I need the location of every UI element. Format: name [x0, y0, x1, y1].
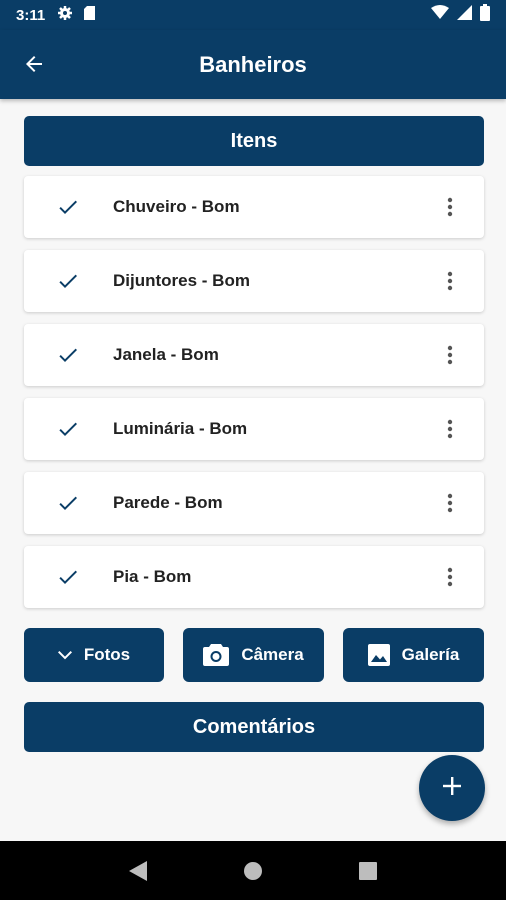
- settings-icon: [57, 5, 73, 26]
- status-bar: 3:11: [0, 0, 506, 30]
- recents-square-icon[interactable]: [348, 851, 388, 891]
- more-vert-icon[interactable]: [438, 413, 462, 445]
- more-vert-icon[interactable]: [438, 191, 462, 223]
- list-item[interactable]: Dijuntores - Bom: [24, 250, 484, 312]
- item-label: Pia - Bom: [113, 567, 192, 586]
- back-triangle-icon[interactable]: [118, 851, 158, 891]
- list-item[interactable]: Parede - Bom: [24, 472, 484, 534]
- status-time: 3:11: [16, 6, 46, 24]
- galeria-label: Galería: [401, 645, 460, 664]
- check-icon: [54, 193, 82, 221]
- item-label: Parede - Bom: [113, 493, 223, 512]
- comments-section-header[interactable]: Comentários: [24, 702, 484, 752]
- item-label: Janela - Bom: [113, 345, 219, 364]
- arrow-back-icon: [22, 52, 46, 81]
- app-bar: Banheiros: [0, 30, 506, 99]
- wifi-icon: [431, 5, 449, 25]
- add-fab-button[interactable]: [419, 755, 485, 821]
- more-vert-icon[interactable]: [438, 265, 462, 297]
- list-item[interactable]: Pia - Bom: [24, 546, 484, 608]
- check-icon: [54, 489, 82, 517]
- list-item[interactable]: Luminária - Bom: [24, 398, 484, 460]
- item-label: Luminária - Bom: [113, 419, 248, 438]
- check-icon: [54, 341, 82, 369]
- list-item[interactable]: Chuveiro - Bom: [24, 176, 484, 238]
- image-icon: [367, 644, 390, 666]
- check-icon: [54, 415, 82, 443]
- back-button[interactable]: [20, 52, 48, 80]
- battery-icon: [480, 4, 490, 26]
- item-label: Dijuntores - Bom: [113, 271, 250, 290]
- signal-icon: [457, 5, 472, 25]
- check-icon: [54, 563, 82, 591]
- fotos-label: Fotos: [83, 645, 131, 664]
- plus-icon: [442, 776, 462, 801]
- more-vert-icon[interactable]: [438, 339, 462, 371]
- items-section-header: Itens: [24, 116, 484, 166]
- more-vert-icon[interactable]: [438, 561, 462, 593]
- fotos-button[interactable]: Fotos: [24, 628, 164, 682]
- galeria-button[interactable]: Galería: [343, 628, 484, 682]
- home-circle-icon[interactable]: [233, 851, 273, 891]
- chevron-down-icon: [57, 650, 72, 660]
- camera-button[interactable]: Câmera: [183, 628, 324, 682]
- camera-label: Câmera: [241, 645, 304, 664]
- list-item[interactable]: Janela - Bom: [24, 324, 484, 386]
- camera-icon: [203, 644, 230, 666]
- item-label: Chuveiro - Bom: [113, 197, 240, 216]
- page-title: Banheiros: [199, 51, 307, 77]
- sd-card-icon: [83, 5, 96, 26]
- system-nav-bar: [0, 841, 506, 900]
- more-vert-icon[interactable]: [438, 487, 462, 519]
- check-icon: [54, 267, 82, 295]
